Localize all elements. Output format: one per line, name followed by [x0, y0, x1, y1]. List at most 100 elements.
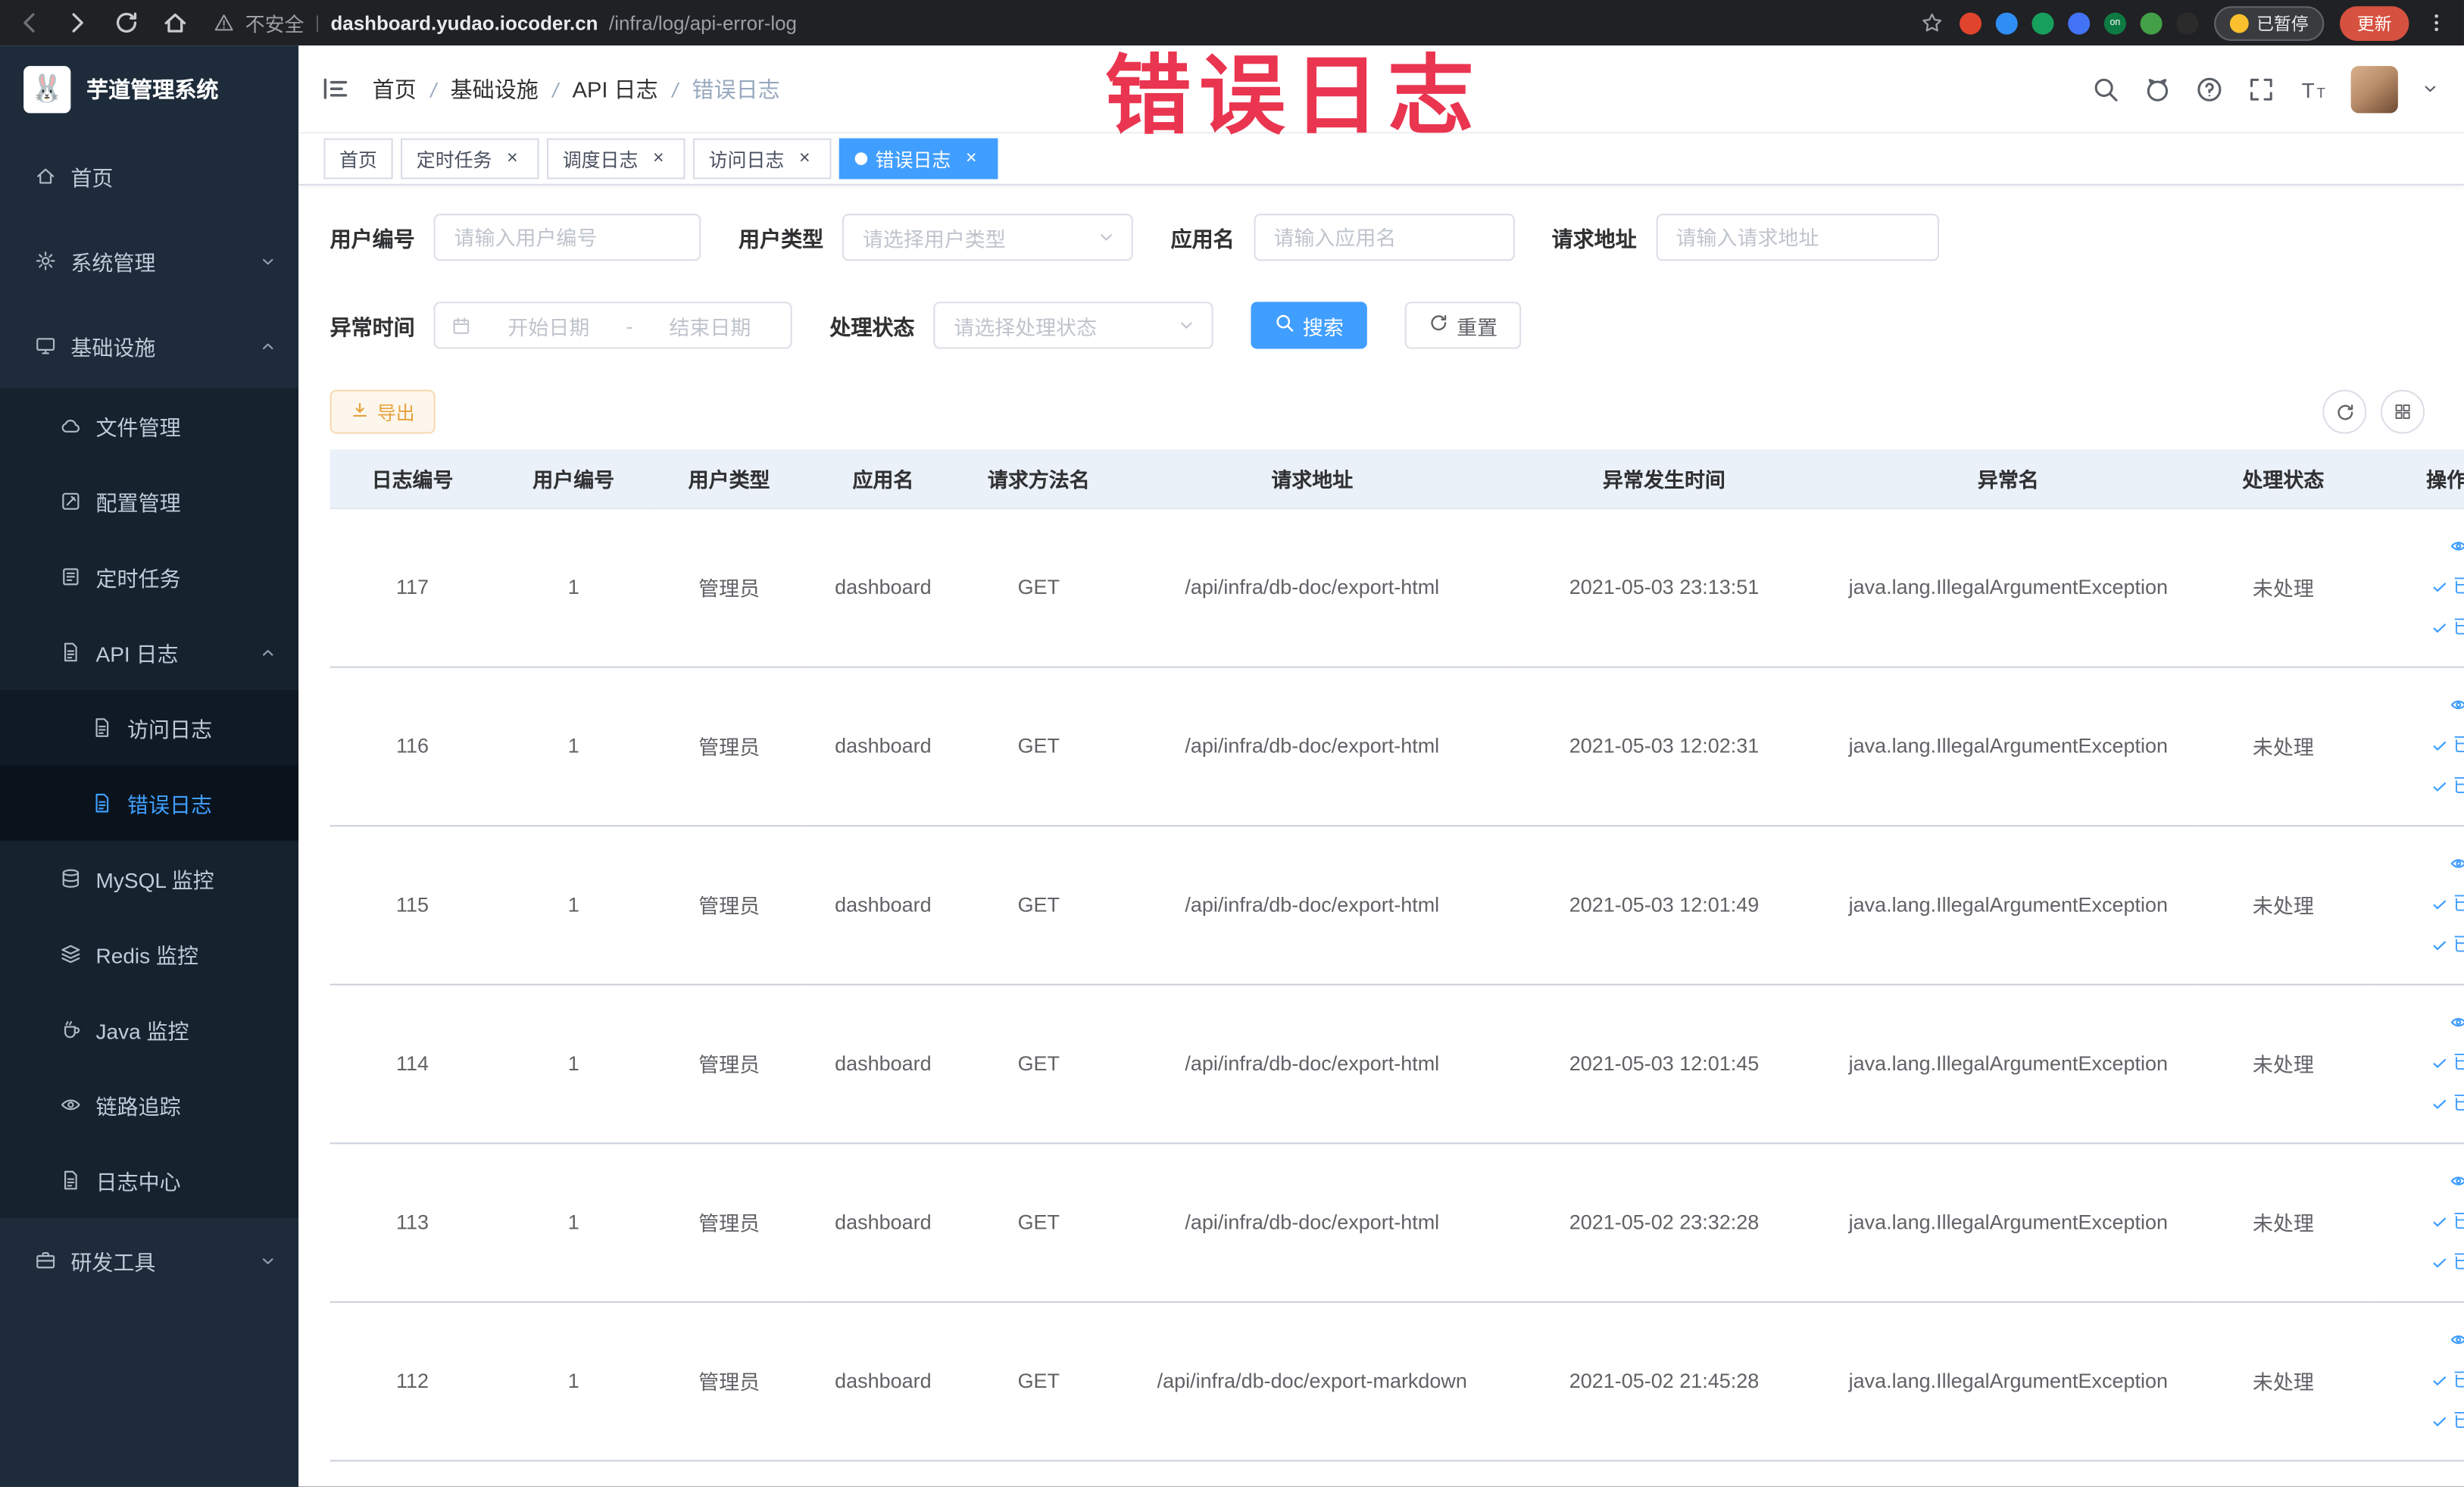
- sidebar-item-dev-tools[interactable]: 研发工具: [0, 1218, 298, 1303]
- row-actions: 详细已处理已忽略: [2378, 526, 2464, 648]
- cell-url: /api/infra/db-doc/export-html: [1117, 508, 1507, 667]
- sidebar-item-label: 基础设施: [70, 336, 156, 361]
- processed-link[interactable]: 已处理: [2431, 1044, 2464, 1083]
- svg-text:T: T: [2302, 78, 2315, 102]
- font-size-icon[interactable]: TT: [2299, 75, 2327, 103]
- cell-user_type: 管理员: [651, 508, 807, 667]
- sidebar-item-system[interactable]: 系统管理: [0, 218, 298, 303]
- ignored-link[interactable]: 已忽略: [2431, 926, 2464, 965]
- reset-button[interactable]: 重置: [1404, 301, 1522, 349]
- extension-icon[interactable]: [1960, 11, 1982, 34]
- breadcrumb-item-home[interactable]: 首页: [373, 73, 417, 104]
- help-icon[interactable]: [2195, 75, 2223, 103]
- ignored-link[interactable]: 已忽略: [2431, 767, 2464, 806]
- sidebar-item-job[interactable]: 定时任务: [0, 539, 299, 615]
- refresh-table-button[interactable]: [2322, 389, 2367, 434]
- browser-back-icon[interactable]: [16, 9, 42, 36]
- processed-link[interactable]: 已处理: [2431, 1361, 2464, 1401]
- sidebar-item-log-center[interactable]: 日志中心: [0, 1142, 299, 1218]
- cell-status: 未处理: [2195, 825, 2372, 985]
- breadcrumb-item-api-log[interactable]: API 日志: [573, 73, 658, 104]
- app-name-input[interactable]: [1253, 214, 1514, 261]
- cell-id: 115: [329, 825, 495, 985]
- detail-link[interactable]: 详细: [2450, 686, 2464, 725]
- fullscreen-icon[interactable]: [2247, 75, 2275, 103]
- ignored-link[interactable]: 已忽略: [2431, 1084, 2464, 1123]
- browser-reload-icon[interactable]: [113, 9, 139, 36]
- navbar-actions: TT: [2091, 65, 2439, 113]
- database-icon: [60, 867, 82, 889]
- process-status-select[interactable]: 请选择处理状态: [933, 301, 1213, 349]
- browser-menu-icon[interactable]: [2425, 11, 2448, 35]
- tab-job[interactable]: 定时任务 ×: [401, 138, 539, 180]
- user-type-label: 用户类型: [739, 227, 824, 251]
- tab-close-icon[interactable]: ×: [960, 147, 982, 170]
- tab-home[interactable]: 首页: [323, 138, 393, 180]
- detail-link[interactable]: 详细: [2450, 844, 2464, 883]
- sidebar-toggle-icon[interactable]: [320, 74, 350, 104]
- sidebar-menu: 首页 系统管理基础设施文件管理 配置管理 定时任务 API 日志 访问日志 错误日志 MySQ…: [0, 133, 299, 1303]
- processed-link[interactable]: 已处理: [2431, 726, 2464, 765]
- sidebar-item-file[interactable]: 文件管理: [0, 388, 299, 464]
- bookmark-star-icon[interactable]: [1920, 11, 1944, 35]
- extension-icon[interactable]: [2068, 11, 2091, 34]
- ignored-link[interactable]: 已忽略: [2431, 608, 2464, 648]
- breadcrumb-item-infra[interactable]: 基础设施: [451, 73, 539, 104]
- sidebar-item-access-log[interactable]: 访问日志: [0, 689, 299, 766]
- address-bar[interactable]: 不安全 | dashboard.yudao.iocoder.cn/infra/l…: [214, 8, 1907, 37]
- sidebar-item-mysql[interactable]: MySQL 监控: [0, 840, 299, 917]
- tab-close-icon[interactable]: ×: [794, 147, 816, 170]
- app-logo[interactable]: 🐰 芋道管理系统: [0, 45, 298, 133]
- sidebar-item-config[interactable]: 配置管理: [0, 464, 299, 539]
- request-url-input[interactable]: [1655, 214, 1939, 261]
- detail-link[interactable]: 详细: [2450, 1320, 2464, 1360]
- search-icon[interactable]: [2091, 75, 2119, 103]
- ignored-link[interactable]: 已忽略: [2431, 1243, 2464, 1282]
- extension-icon[interactable]: [1995, 11, 2018, 34]
- exception-time-range-picker[interactable]: 开始日期 - 结束日期: [433, 301, 792, 349]
- extension-icons: on: [1960, 11, 2199, 34]
- tab-error-log[interactable]: 错误日志 ×: [839, 138, 998, 180]
- chevron-down-icon[interactable]: [2422, 80, 2439, 98]
- sidebar-item-api-log[interactable]: API 日志: [0, 614, 299, 690]
- cell-id: 112: [329, 1301, 495, 1461]
- processed-link[interactable]: 已处理: [2431, 567, 2464, 607]
- export-button[interactable]: 导出: [329, 389, 436, 434]
- home-icon: [35, 165, 57, 187]
- paused-badge[interactable]: 已暂停: [2214, 5, 2325, 40]
- extension-icon[interactable]: on: [2103, 11, 2126, 34]
- column-settings-button[interactable]: [2381, 389, 2425, 434]
- sidebar-item-home[interactable]: 首页: [0, 133, 298, 218]
- processed-link[interactable]: 已处理: [2431, 885, 2464, 924]
- extension-icon[interactable]: [2140, 11, 2163, 34]
- github-icon[interactable]: [2144, 75, 2172, 103]
- start-date-placeholder: 开始日期: [507, 314, 590, 339]
- briefcase-icon: [35, 1249, 57, 1271]
- tab-close-icon[interactable]: ×: [648, 147, 670, 170]
- user-type-select[interactable]: 请选择用户类型: [842, 214, 1133, 261]
- sidebar-item-error-log[interactable]: 错误日志: [0, 765, 299, 841]
- tab-label: 访问日志: [708, 148, 785, 171]
- detail-link[interactable]: 详细: [2450, 1003, 2464, 1042]
- browser-forward-icon[interactable]: [64, 9, 91, 36]
- tab-close-icon[interactable]: ×: [501, 147, 523, 170]
- avatar[interactable]: [2350, 65, 2398, 113]
- browser-home-icon[interactable]: [162, 9, 189, 36]
- sidebar-item-trace[interactable]: 链路追踪: [0, 1067, 299, 1143]
- detail-link[interactable]: 详细: [2450, 1161, 2464, 1201]
- extension-icon[interactable]: [2031, 11, 2054, 34]
- sidebar-item-java[interactable]: Java 监控: [0, 992, 299, 1067]
- ignored-link[interactable]: 已忽略: [2431, 1402, 2464, 1442]
- breadcrumb-separator: [430, 77, 436, 102]
- sidebar-item-redis[interactable]: Redis 监控: [0, 916, 299, 992]
- tab-access-log[interactable]: 访问日志 ×: [692, 138, 832, 180]
- column-header-status: 处理状态: [2195, 449, 2372, 509]
- processed-link[interactable]: 已处理: [2431, 1202, 2464, 1242]
- user-id-input[interactable]: [433, 214, 701, 261]
- search-button[interactable]: 搜索: [1251, 301, 1367, 349]
- tab-job-log[interactable]: 调度日志 ×: [547, 138, 685, 180]
- detail-link[interactable]: 详细: [2450, 526, 2464, 566]
- sidebar-item-infra[interactable]: 基础设施: [0, 303, 298, 388]
- browser-update-button[interactable]: 更新: [2340, 5, 2409, 40]
- extension-icon[interactable]: [2176, 11, 2199, 34]
